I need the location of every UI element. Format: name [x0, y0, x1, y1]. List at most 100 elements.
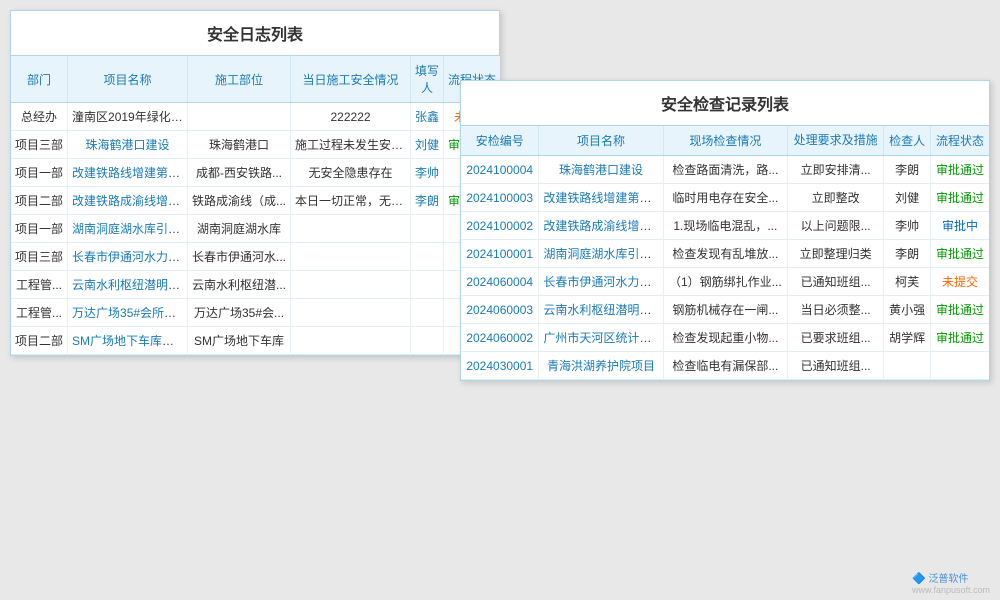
check-cell-4: 柯芙 [884, 268, 931, 296]
table-row: 2024100004珠海鹤港口建设检查路面清洗，路...立即安排清...李朗审批… [461, 156, 989, 184]
cell-3 [291, 243, 411, 271]
cell-1[interactable]: 改建铁路成渝线增建第二... [68, 187, 188, 215]
check-cell-5: 审批通过 [930, 240, 989, 268]
cell-4 [411, 271, 444, 299]
left-panel-title: 安全日志列表 [11, 11, 499, 56]
check-cell-5 [930, 352, 989, 380]
cell-0: 项目一部 [11, 159, 68, 187]
cell-0: 项目三部 [11, 243, 68, 271]
cell-3: 222222 [291, 103, 411, 131]
table-row: 2024100001湖南洞庭湖水库引水工...检查发现有乱堆放...立即整理归类… [461, 240, 989, 268]
cell-4[interactable]: 李帅 [411, 159, 444, 187]
check-cell-1[interactable]: 珠海鹤港口建设 [539, 156, 663, 184]
col-safety: 当日施工安全情况 [291, 56, 411, 103]
check-cell-0[interactable]: 2024100001 [461, 240, 539, 268]
check-cell-1[interactable]: 青海洪湖养护院项目 [539, 352, 663, 380]
cell-3 [291, 327, 411, 355]
check-cell-4: 黄小强 [884, 296, 931, 324]
check-cell-5: 审批通过 [930, 184, 989, 212]
check-cell-1[interactable]: 云南水利枢纽潜明水库... [539, 296, 663, 324]
cell-2: 万达广场35#会... [188, 299, 291, 327]
table-row: 2024030001青海洪湖养护院项目检查临电有漏保部...已通知班组... [461, 352, 989, 380]
check-cell-4: 李帅 [884, 212, 931, 240]
right-panel: 安全检查记录列表 安检编号 项目名称 现场检查情况 处理要求及措施 检查人 流程… [460, 80, 990, 381]
table-row: 2024100003改建铁路线增建第二线...临时用电存在安全...立即整改刘健… [461, 184, 989, 212]
col-flow-status: 流程状态 [930, 126, 989, 156]
check-cell-1[interactable]: 湖南洞庭湖水库引水工... [539, 240, 663, 268]
col-location: 施工部位 [188, 56, 291, 103]
check-cell-3: 立即整改 [787, 184, 883, 212]
col-dept: 部门 [11, 56, 68, 103]
check-cell-4: 胡学辉 [884, 324, 931, 352]
cell-3: 无安全隐患存在 [291, 159, 411, 187]
check-cell-3: 已通知班组... [787, 352, 883, 380]
cell-2: 湖南洞庭湖水库 [188, 215, 291, 243]
cell-2: 铁路成渝线（成... [188, 187, 291, 215]
cell-1[interactable]: 珠海鹤港口建设 [68, 131, 188, 159]
col-situation: 现场检查情况 [663, 126, 787, 156]
cell-0: 项目二部 [11, 327, 68, 355]
check-cell-0[interactable]: 2024100004 [461, 156, 539, 184]
table-row: 项目二部SM广场地下车库更换摄...SM广场地下车库 [11, 327, 500, 355]
cell-4 [411, 327, 444, 355]
check-cell-3: 立即安排清... [787, 156, 883, 184]
cell-2: SM广场地下车库 [188, 327, 291, 355]
table-row: 项目一部湖南洞庭湖水库引水工程...湖南洞庭湖水库 [11, 215, 500, 243]
check-cell-0[interactable]: 2024060003 [461, 296, 539, 324]
cell-4 [411, 299, 444, 327]
check-cell-1[interactable]: 改建铁路线增建第二线... [539, 184, 663, 212]
cell-0: 项目一部 [11, 215, 68, 243]
check-cell-3: 已要求班组... [787, 324, 883, 352]
check-cell-3: 以上问题限... [787, 212, 883, 240]
col-measure: 处理要求及措施 [787, 126, 883, 156]
col-project: 项目名称 [68, 56, 188, 103]
cell-4 [411, 215, 444, 243]
check-cell-2: 临时用电存在安全... [663, 184, 787, 212]
cell-2 [188, 103, 291, 131]
check-cell-0[interactable]: 2024060004 [461, 268, 539, 296]
cell-3 [291, 215, 411, 243]
cell-0: 项目二部 [11, 187, 68, 215]
cell-4[interactable]: 刘健 [411, 131, 444, 159]
check-table-header-row: 安检编号 项目名称 现场检查情况 处理要求及措施 检查人 流程状态 [461, 126, 989, 156]
cell-4[interactable]: 张鑫 [411, 103, 444, 131]
check-cell-2: 检查发现有乱堆放... [663, 240, 787, 268]
table-row: 2024060002广州市天河区统计局机...检查发现起重小物...已要求班组.… [461, 324, 989, 352]
check-cell-1[interactable]: 改建铁路成渝线增建第... [539, 212, 663, 240]
table-row: 总经办潼南区2019年绿化补贴项...222222张鑫未提交 [11, 103, 500, 131]
check-cell-0[interactable]: 2024100003 [461, 184, 539, 212]
table-row: 项目二部改建铁路成渝线增建第二...铁路成渝线（成...本日一切正常，无事故发.… [11, 187, 500, 215]
check-cell-3: 当日必须整... [787, 296, 883, 324]
watermark: 🔷 泛普软件 www.fanpusoft.com [912, 570, 990, 595]
check-cell-2: 检查发现起重小物... [663, 324, 787, 352]
table-row: 工程管...云南水利枢纽潜明水库一...云南水利枢纽潜... [11, 271, 500, 299]
cell-2: 云南水利枢纽潜... [188, 271, 291, 299]
cell-1[interactable]: 湖南洞庭湖水库引水工程... [68, 215, 188, 243]
table-header-row: 部门 项目名称 施工部位 当日施工安全情况 填写人 流程状态 [11, 56, 500, 103]
cell-1[interactable]: SM广场地下车库更换摄... [68, 327, 188, 355]
check-cell-5: 审批通过 [930, 156, 989, 184]
watermark-brand: 泛普软件 [928, 574, 968, 585]
cell-3 [291, 299, 411, 327]
cell-1[interactable]: 改建铁路线增建第二线直... [68, 159, 188, 187]
check-cell-0[interactable]: 2024100002 [461, 212, 539, 240]
cell-4[interactable]: 李朗 [411, 187, 444, 215]
cell-0: 总经办 [11, 103, 68, 131]
check-cell-1[interactable]: 长春市伊通河水力发电... [539, 268, 663, 296]
cell-1[interactable]: 云南水利枢纽潜明水库一... [68, 271, 188, 299]
check-cell-1[interactable]: 广州市天河区统计局机... [539, 324, 663, 352]
right-panel-title: 安全检查记录列表 [461, 81, 989, 126]
col-project-name: 项目名称 [539, 126, 663, 156]
cell-1[interactable]: 万达广场35#会所及咖啡... [68, 299, 188, 327]
cell-2: 成都-西安铁路... [188, 159, 291, 187]
left-panel: 安全日志列表 部门 项目名称 施工部位 当日施工安全情况 填写人 流程状态 总经… [10, 10, 500, 356]
check-cell-0[interactable]: 2024060002 [461, 324, 539, 352]
cell-1: 潼南区2019年绿化补贴项... [68, 103, 188, 131]
cell-0: 项目三部 [11, 131, 68, 159]
cell-1[interactable]: 长春市伊通河水力发电厂... [68, 243, 188, 271]
safety-log-table: 部门 项目名称 施工部位 当日施工安全情况 填写人 流程状态 总经办潼南区201… [11, 56, 500, 355]
check-cell-5: 审批中 [930, 212, 989, 240]
cell-4 [411, 243, 444, 271]
check-cell-0[interactable]: 2024030001 [461, 352, 539, 380]
check-cell-3: 立即整理归类 [787, 240, 883, 268]
